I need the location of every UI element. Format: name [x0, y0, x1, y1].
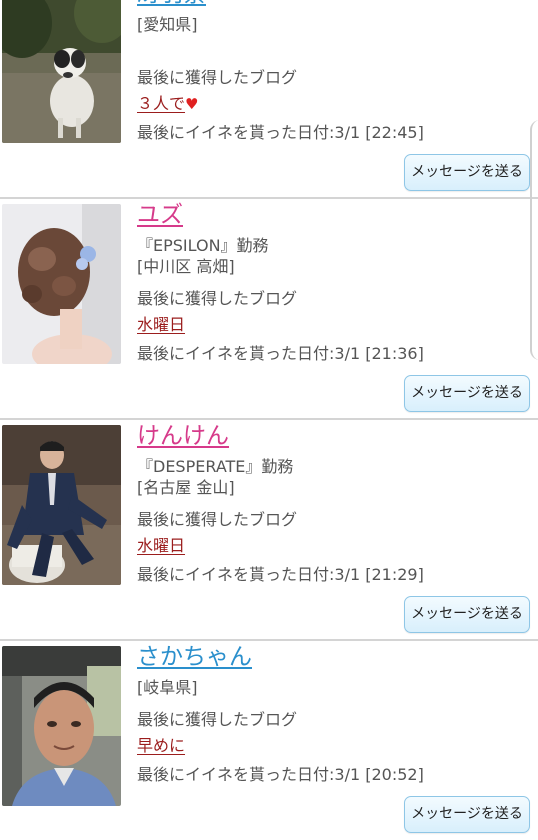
last-blog-label: 最後に獲得したブログ [137, 68, 298, 87]
send-message-button[interactable]: メッセージを送る [404, 596, 530, 633]
location: [中川区 高畑] [137, 257, 235, 276]
list-item: ユズ 『EPSILON』勤務 [中川区 高畑] 最後に獲得したブログ 水曜日 最… [0, 199, 538, 421]
user-name-link[interactable]: さかちゃん [137, 643, 252, 671]
list-item: さかちゃん [岐阜県] 最後に獲得したブログ 早めに 最後にイイネを貰った日付:… [0, 641, 538, 840]
avatar[interactable] [2, 0, 121, 143]
list-item: けんけん 『DESPERATE』勤務 [名古屋 金山] 最後に獲得したブログ 水… [0, 420, 538, 642]
last-blog-label: 最後に獲得したブログ [137, 710, 298, 729]
user-list: 冴羽寮 [愛知県] 最後に獲得したブログ ３人で♥ 最後にイイネを貰った日付:3… [0, 0, 538, 840]
workplace: 『EPSILON』勤務 [137, 236, 269, 255]
man-in-suit-photo-icon [2, 425, 121, 585]
last-blog-label: 最後に獲得したブログ [137, 510, 298, 529]
location: [愛知県] [137, 15, 198, 34]
hairstyle-photo-icon [2, 204, 121, 364]
blog-title-text: ３人で [137, 94, 186, 113]
location: [名古屋 金山] [137, 478, 235, 497]
user-name-link[interactable]: ユズ [137, 201, 183, 229]
last-like-date: 最後にイイネを貰った日付:3/1 [21:29] [137, 565, 424, 584]
send-message-button[interactable]: メッセージを送る [404, 375, 530, 412]
user-name-link[interactable]: 冴羽寮 [137, 0, 206, 8]
man-in-car-photo-icon [2, 646, 121, 806]
location: [岐阜県] [137, 678, 198, 697]
user-name-link[interactable]: けんけん [137, 422, 229, 450]
last-like-date: 最後にイイネを貰った日付:3/1 [22:45] [137, 123, 424, 142]
heart-icon: ♥ [185, 95, 199, 113]
blog-title-link[interactable]: ３人で♥ [137, 94, 198, 114]
blog-title-link[interactable]: 水曜日 [137, 315, 185, 335]
last-blog-label: 最後に獲得したブログ [137, 289, 298, 308]
send-message-button[interactable]: メッセージを送る [404, 796, 530, 833]
scroll-indicator[interactable] [530, 120, 538, 360]
list-item: 冴羽寮 [愛知県] 最後に獲得したブログ ３人で♥ 最後にイイネを貰った日付:3… [0, 0, 538, 200]
avatar[interactable] [2, 204, 121, 364]
dog-photo-icon [2, 0, 121, 143]
blog-title-link[interactable]: 水曜日 [137, 536, 185, 556]
avatar[interactable] [2, 425, 121, 585]
send-message-button[interactable]: メッセージを送る [404, 154, 530, 191]
workplace: 『DESPERATE』勤務 [137, 457, 294, 476]
avatar[interactable] [2, 646, 121, 806]
last-like-date: 最後にイイネを貰った日付:3/1 [20:52] [137, 765, 424, 784]
blog-title-link[interactable]: 早めに [137, 736, 185, 756]
last-like-date: 最後にイイネを貰った日付:3/1 [21:36] [137, 344, 424, 363]
